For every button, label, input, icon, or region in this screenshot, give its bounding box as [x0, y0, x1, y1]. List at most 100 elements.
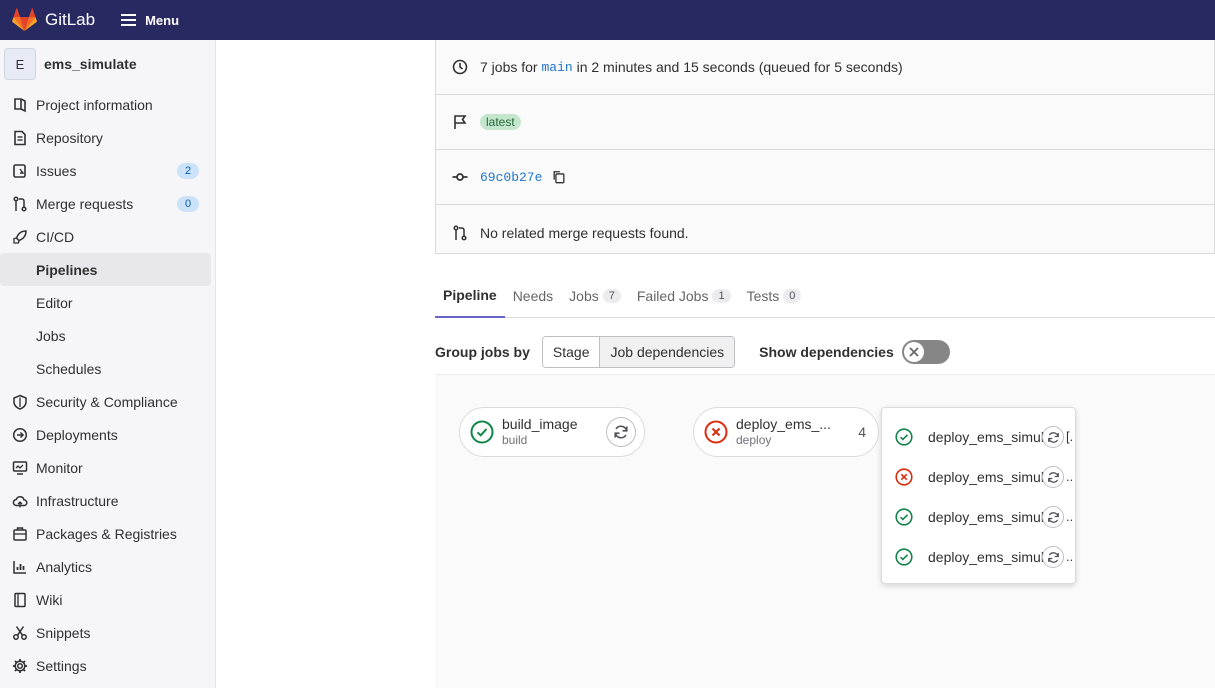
dropdown-job-item[interactable]: deploy_ems_simul ..	[882, 497, 1075, 537]
sidebar-item-project-information[interactable]: Project information	[0, 88, 215, 121]
tab-jobs[interactable]: Jobs 7	[561, 274, 629, 318]
sidebar-item-label: CI/CD	[36, 228, 75, 245]
gitlab-logo[interactable]: GitLab	[12, 8, 95, 32]
sidebar-item-label: Merge requests	[36, 195, 134, 212]
pipeline-info-box: 7 jobs for main in 2 minutes and 15 seco…	[435, 40, 1215, 254]
dropdown-job-suffix: ..	[1066, 549, 1074, 564]
job-build-image[interactable]: build_image build	[459, 407, 645, 457]
status-success-icon	[895, 548, 913, 566]
retry-button[interactable]	[1042, 426, 1064, 448]
retry-icon	[1047, 511, 1059, 523]
commit-icon	[452, 173, 468, 181]
commit-sha-link[interactable]: 69c0b27e	[480, 170, 542, 185]
project-header[interactable]: E ems_simulate	[0, 40, 215, 88]
no-merge-requests-text: No related merge requests found.	[480, 224, 689, 241]
sidebar-item-packages-registries[interactable]: Packages & Registries	[0, 517, 215, 550]
project-name: ems_simulate	[44, 56, 137, 72]
project-avatar: E	[4, 48, 36, 80]
monitor-icon	[12, 460, 28, 475]
job-stage: build	[502, 433, 528, 447]
retry-icon	[1047, 551, 1059, 563]
sidebar-item-label: Deployments	[36, 426, 118, 443]
close-icon	[909, 347, 919, 357]
sidebar-item-merge-requests[interactable]: Merge requests 0	[0, 187, 215, 220]
sidebar-item-jobs[interactable]: Jobs	[0, 319, 215, 352]
sidebar-item-ci-cd[interactable]: CI/CD	[0, 220, 215, 253]
retry-button[interactable]	[1042, 466, 1064, 488]
sidebar-item-label: Settings	[36, 657, 87, 674]
tab-label: Tests	[746, 288, 780, 304]
menu-label: Menu	[145, 12, 180, 28]
job-dependencies-button[interactable]: Job dependencies	[599, 337, 735, 367]
copy-icon[interactable]	[552, 169, 566, 185]
sidebar-item-label: Wiki	[36, 591, 63, 608]
top-navbar: GitLab Menu	[0, 0, 1215, 40]
sidebar-item-label: Snippets	[36, 624, 91, 641]
scissors-icon	[13, 625, 27, 640]
dropdown-job-suffix: ..	[1066, 509, 1074, 524]
tab-label: Pipeline	[443, 287, 497, 303]
group-by-segmented-control: Stage Job dependencies	[541, 336, 736, 368]
tanuki-logo-icon	[12, 8, 37, 31]
retry-icon	[1047, 471, 1059, 483]
sidebar-item-issues[interactable]: Issues 2	[0, 154, 215, 187]
sidebar-item-editor[interactable]: Editor	[0, 286, 215, 319]
retry-icon	[1047, 431, 1059, 443]
sidebar-item-settings[interactable]: Settings	[0, 649, 215, 682]
retry-button[interactable]	[1042, 506, 1064, 528]
tab-tests[interactable]: Tests 0	[739, 274, 810, 318]
sidebar-item-infrastructure[interactable]: Infrastructure	[0, 484, 215, 517]
shield-icon	[13, 394, 27, 410]
branch-link[interactable]: main	[541, 60, 572, 75]
sidebar-item-label: Infrastructure	[36, 492, 119, 509]
sidebar-item-label: Repository	[36, 129, 103, 146]
retry-button[interactable]	[1042, 546, 1064, 568]
sidebar-item-monitor[interactable]: Monitor	[0, 451, 215, 484]
show-dependencies-label: Show dependencies	[759, 344, 894, 360]
sidebar-item-label: Issues	[36, 162, 77, 179]
retry-button[interactable]	[606, 417, 636, 447]
dropdown-job-suffix: [.	[1066, 429, 1074, 444]
job-stage: deploy	[736, 433, 772, 447]
show-dependencies-toggle[interactable]	[901, 340, 950, 364]
job-group-count: 4	[858, 424, 866, 440]
pipeline-tags-row: latest	[436, 95, 1214, 150]
job-name: build_image	[502, 416, 578, 432]
sidebar-item-pipelines[interactable]: Pipelines	[0, 253, 211, 286]
dropdown-job-item[interactable]: deploy_ems_simul ..	[882, 537, 1075, 577]
sidebar-item-repository[interactable]: Repository	[0, 121, 215, 154]
tab-pipeline[interactable]: Pipeline	[435, 274, 505, 318]
job-group-deploy[interactable]: deploy_ems_... deploy 4	[693, 407, 879, 457]
sidebar-item-wiki[interactable]: Wiki	[0, 583, 215, 616]
sidebar-item-security-compliance[interactable]: Security & Compliance	[0, 385, 215, 418]
group-jobs-bar: Group jobs by Stage Job dependencies Sho…	[435, 330, 1215, 374]
stage-button[interactable]: Stage	[542, 337, 600, 367]
rocket-icon	[13, 229, 27, 244]
jobs-count-text: 7 jobs for	[480, 59, 538, 75]
clock-icon	[452, 59, 468, 75]
dropdown-job-name: deploy_ems_simul	[928, 429, 1044, 445]
merge-request-icon	[13, 195, 27, 212]
dropdown-job-item[interactable]: deploy_ems_simul ..	[882, 457, 1075, 497]
sidebar-item-analytics[interactable]: Analytics	[0, 550, 215, 583]
sidebar-item-label: Schedules	[36, 360, 102, 377]
menu-button[interactable]: Menu	[121, 13, 179, 28]
sidebar-item-label: Monitor	[36, 459, 83, 476]
sidebar-item-label: Pipelines	[36, 261, 98, 278]
dropdown-job-item[interactable]: deploy_ems_simul [.	[882, 417, 1075, 457]
sidebar: E ems_simulate Project information Repos…	[0, 40, 216, 688]
dropdown-job-suffix: ..	[1066, 469, 1074, 484]
tab-count-badge: 0	[783, 289, 802, 303]
sidebar-item-schedules[interactable]: Schedules	[0, 352, 215, 385]
retry-icon	[614, 425, 628, 439]
status-failed-icon	[895, 468, 913, 486]
deployments-icon	[12, 427, 28, 442]
sidebar-item-deployments[interactable]: Deployments	[0, 418, 215, 451]
tab-count-badge: 7	[602, 289, 621, 303]
tab-needs[interactable]: Needs	[505, 274, 561, 318]
hamburger-icon	[121, 14, 137, 26]
status-success-icon	[470, 420, 494, 444]
chart-icon	[13, 560, 26, 574]
sidebar-item-snippets[interactable]: Snippets	[0, 616, 215, 649]
tab-failed-jobs[interactable]: Failed Jobs 1	[629, 274, 739, 318]
